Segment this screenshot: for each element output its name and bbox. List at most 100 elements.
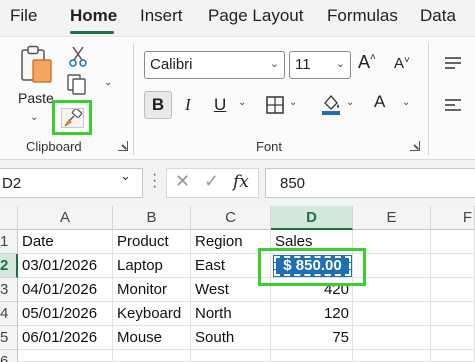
cell-f1[interactable] [431,230,475,254]
group-divider [133,43,134,155]
cell-b4[interactable]: Keyboard [113,302,191,326]
column-header-a[interactable]: A [18,206,113,230]
row-header-3[interactable]: 3 [0,278,18,302]
tab-insert[interactable]: Insert [140,6,183,26]
font-size-value: 11 [295,56,311,73]
cell-f3[interactable] [431,278,475,302]
grow-font-icon: A [358,52,371,72]
cell-b6[interactable] [113,350,191,362]
cancel-icon[interactable]: ✕ [175,171,190,192]
shrink-font-button[interactable]: A˅ [394,55,410,72]
format-painter-frame [61,108,84,128]
ribbon: Paste ⌄ ⌄ Clipboard Calibri ⌄ 11 ⌄ A˄ A˅… [0,36,475,160]
more-options-icon[interactable]: · · · [152,167,157,195]
cell-b1[interactable]: Product [113,230,191,254]
font-color-icon: A [374,92,386,111]
borders-chevron-down-icon[interactable]: ⌄ [289,97,297,108]
cell-a3[interactable]: 04/01/2026 [18,278,113,302]
cell-f4[interactable] [431,302,475,326]
paste-label[interactable]: Paste [18,90,54,106]
column-header-c[interactable]: C [191,206,271,230]
spreadsheet-grid: A B C D E F 1 2 3 4 5 6 Date Product Reg… [0,206,475,362]
row-header-2[interactable]: 2 [0,254,18,278]
formula-bar: D2 ⌄ · · · ✕ ✓ fx 850 [0,160,475,206]
underline-button[interactable]: U [214,95,226,115]
cell-e4[interactable] [353,302,431,326]
font-group-label: Font [256,139,283,154]
formula-actions: ✕ ✓ fx [166,168,259,198]
name-box-chevron-down-icon[interactable]: ⌄ [120,168,131,184]
clipboard-dialog-launcher-icon[interactable] [118,141,128,151]
formula-input[interactable]: 850 [265,168,475,198]
cut-icon[interactable] [68,45,88,72]
active-cell-d2-value[interactable]: $ 850.00 [273,255,352,277]
cell-a5[interactable]: 06/01/2026 [18,326,113,350]
bold-button[interactable]: B [144,91,172,119]
cell-b5[interactable]: Mouse [113,326,191,350]
tab-file[interactable]: File [10,6,37,26]
font-name-select[interactable]: Calibri ⌄ [144,51,285,79]
ribbon-panel: Paste ⌄ ⌄ Clipboard Calibri ⌄ 11 ⌄ A˄ A˅… [0,36,475,160]
font-name-chevron-down-icon: ⌄ [269,58,279,70]
fill-color-chevron-down-icon[interactable]: ⌄ [346,97,354,108]
cell-c6[interactable] [191,350,271,362]
cell-c5[interactable]: South [191,326,271,350]
cell-b3[interactable]: Monitor [113,278,191,302]
column-header-d[interactable]: D [271,206,353,230]
column-header-f[interactable]: F [431,206,475,230]
row-header-5[interactable]: 5 [0,326,18,350]
cell-c4[interactable]: North [191,302,271,326]
font-name-value: Calibri [150,56,193,73]
cell-b2[interactable]: Laptop [113,254,191,278]
cell-e5[interactable] [353,326,431,350]
borders-icon[interactable] [265,95,285,120]
font-size-chevron-down-icon: ⌄ [335,58,345,70]
column-header-e[interactable]: E [353,206,431,230]
formula-value: 850 [280,175,306,192]
cell-f5[interactable] [431,326,475,350]
cell-d6[interactable] [271,350,353,362]
tab-data[interactable]: Data [420,6,456,26]
paste-icon[interactable] [20,45,54,90]
align-top-icon[interactable] [443,55,463,76]
paste-chevron-down-icon[interactable]: ⌄ [30,112,38,123]
cell-a6[interactable] [18,350,113,362]
tab-home[interactable]: Home [70,6,117,26]
align-left-icon[interactable] [443,97,463,118]
font-size-select[interactable]: 11 ⌄ [289,51,351,79]
fill-color-icon[interactable] [320,92,342,121]
font-color-button[interactable]: A [374,92,385,112]
enter-check-icon[interactable]: ✓ [204,171,219,192]
cell-a4[interactable]: 05/01/2026 [18,302,113,326]
select-all-corner[interactable] [0,206,18,230]
tab-formulas[interactable]: Formulas [327,6,398,26]
cell-f2[interactable] [431,254,475,278]
name-box-value: D2 [2,175,22,192]
tab-page-layout[interactable]: Page Layout [208,6,303,26]
clipboard-group-label: Clipboard [26,139,82,154]
copy-icon[interactable] [66,73,88,100]
underline-chevron-down-icon[interactable]: ⌄ [238,97,246,108]
active-tab-indicator [70,31,114,34]
format-painter-button[interactable] [52,100,92,135]
group-divider [428,43,429,155]
cell-a2[interactable]: 03/01/2026 [18,254,113,278]
column-header-b[interactable]: B [113,206,191,230]
shrink-font-icon: A [394,55,405,72]
menu-bar: File Home Insert Page Layout Formulas Da… [0,0,475,36]
row-header-4[interactable]: 4 [0,302,18,326]
font-color-chevron-down-icon[interactable]: ⌄ [402,97,410,108]
insert-function-icon[interactable]: fx [233,172,249,192]
row-header-1[interactable]: 1 [0,230,18,254]
italic-button[interactable]: I [185,95,191,115]
row-header-6[interactable]: 6 [0,350,18,362]
cell-d4[interactable]: 120 [271,302,353,326]
format-painter-icon [64,109,83,127]
font-dialog-launcher-icon[interactable] [410,141,420,151]
copy-chevron-down-icon[interactable]: ⌄ [104,77,112,88]
cell-f6[interactable] [431,350,475,362]
cell-e6[interactable] [353,350,431,362]
grow-font-button[interactable]: A˄ [358,52,376,73]
cell-a1[interactable]: Date [18,230,113,254]
cell-d5[interactable]: 75 [271,326,353,350]
